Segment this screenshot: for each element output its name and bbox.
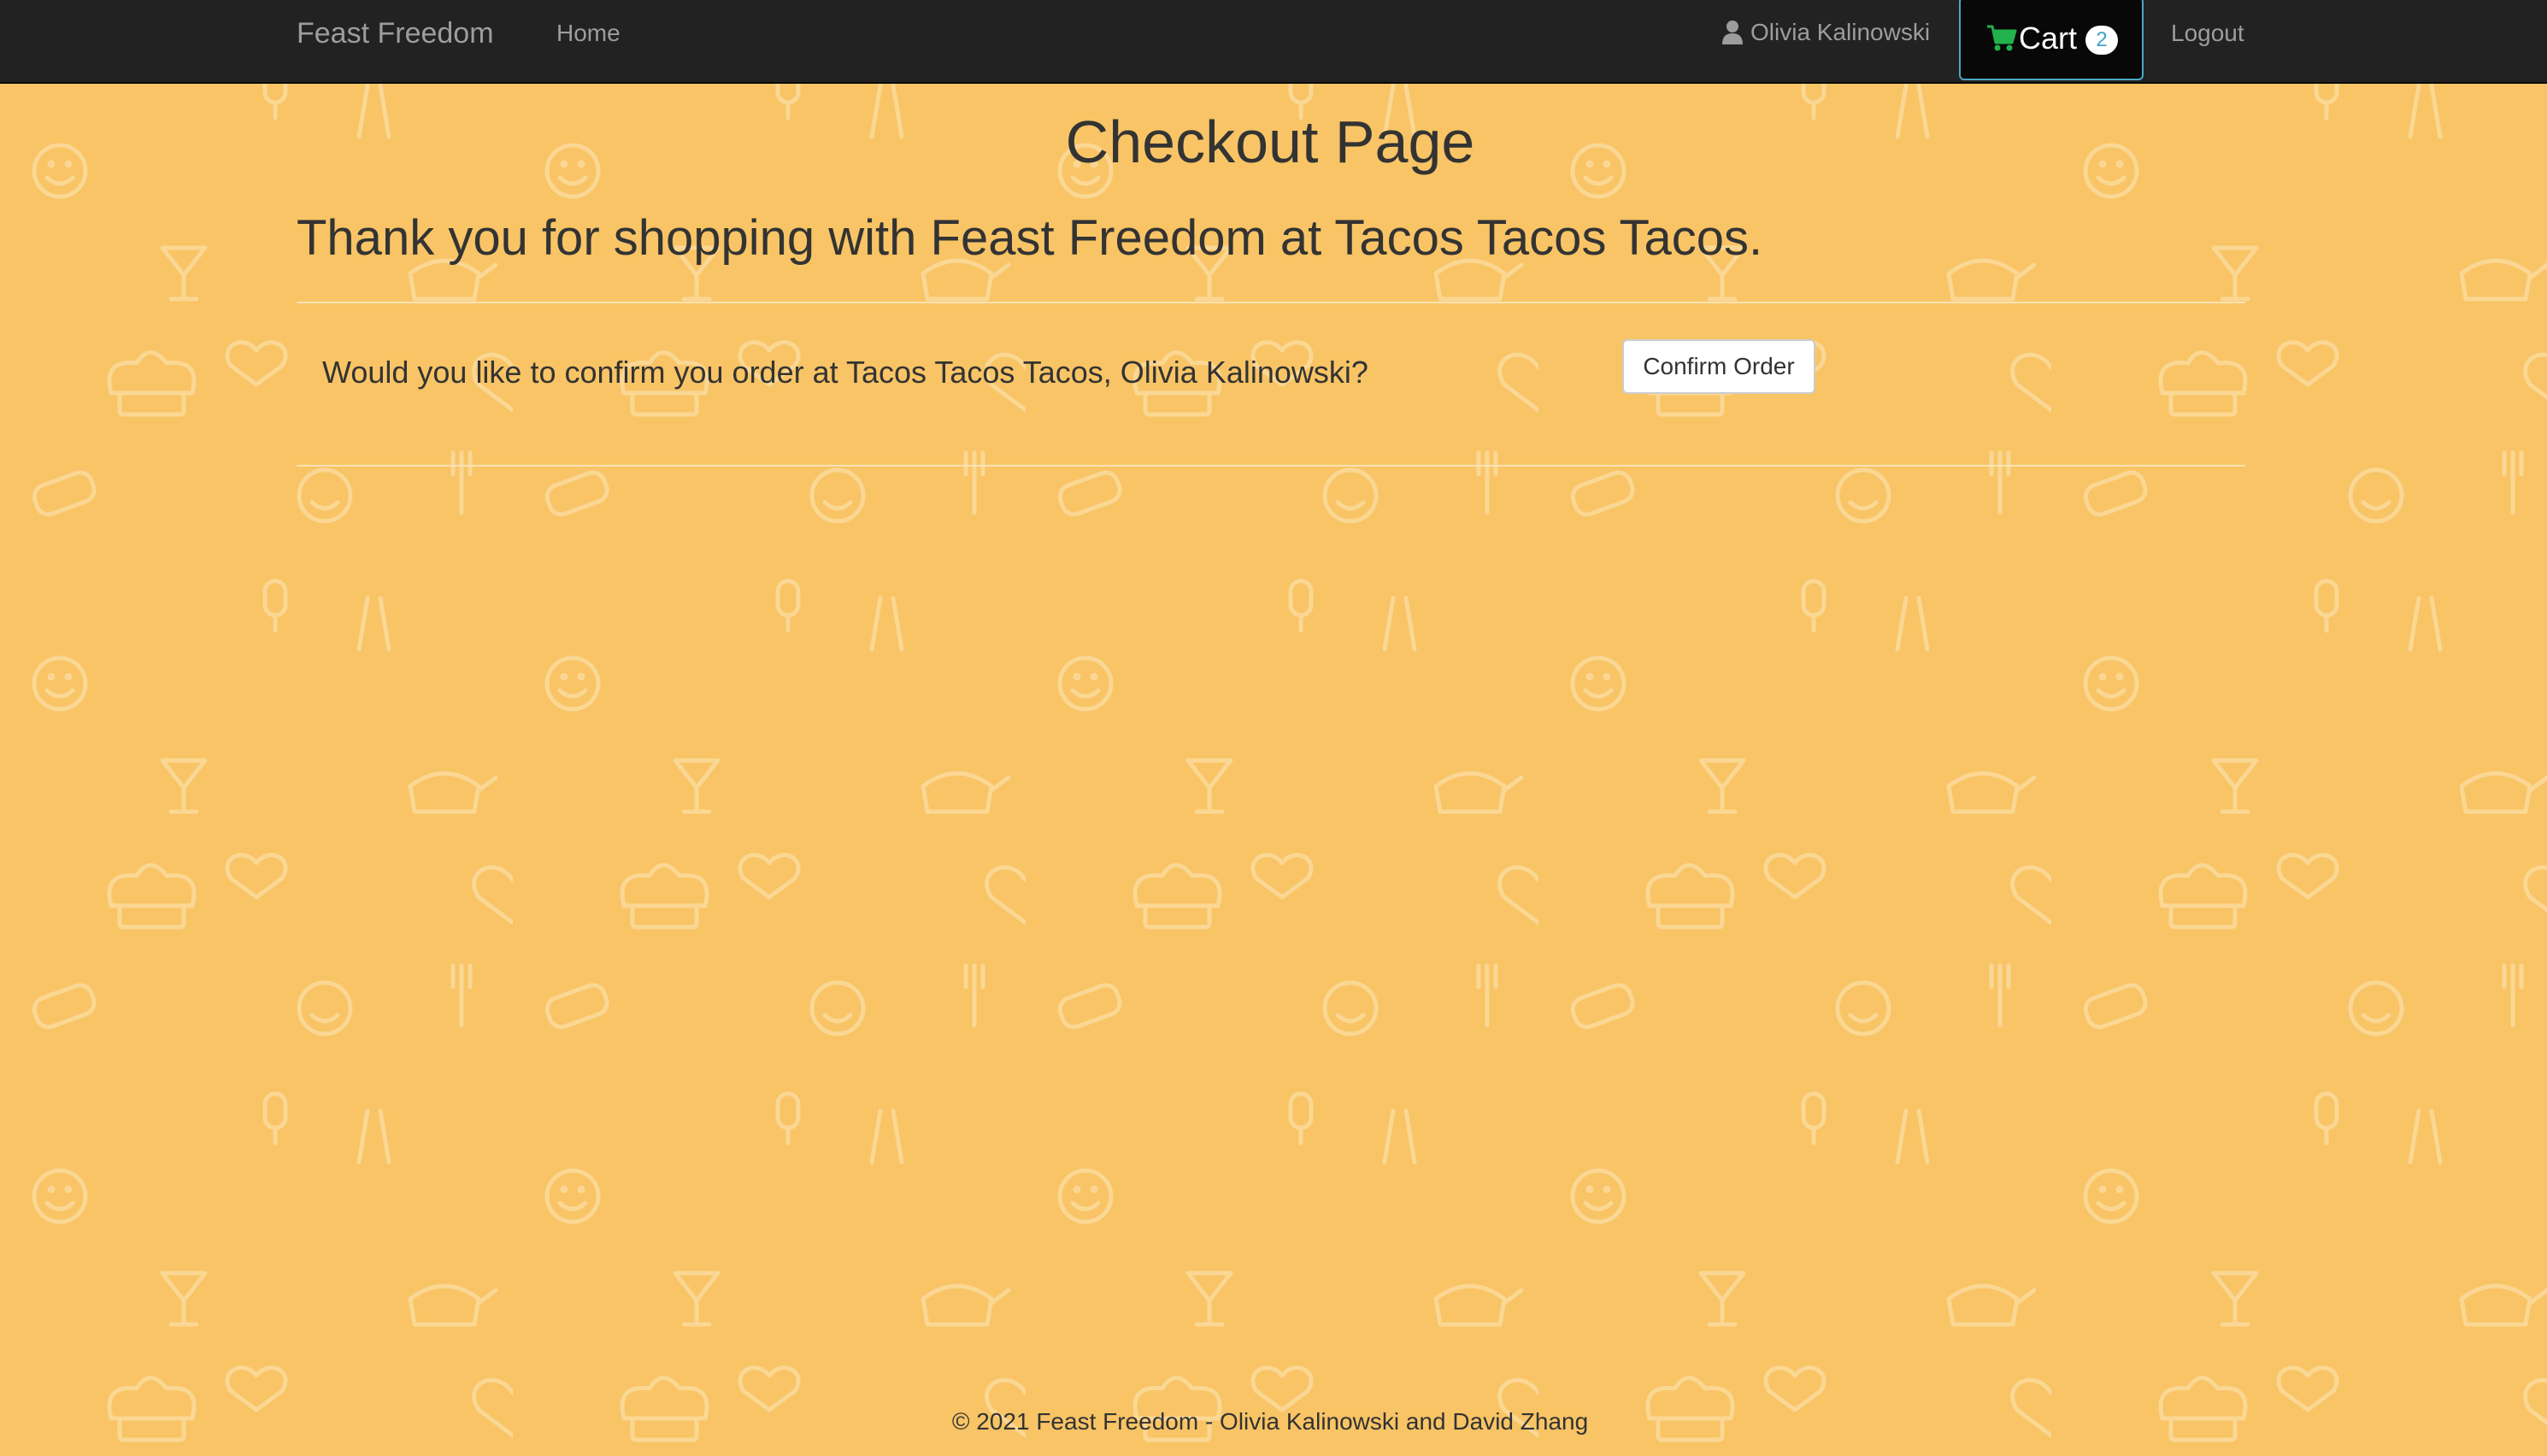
top-navbar: Feast Freedom Home Olivia Kalinowski Car… <box>0 0 2547 84</box>
cart-button[interactable]: Cart 2 <box>1959 0 2144 80</box>
confirm-order-button[interactable]: Confirm Order <box>1622 339 1815 394</box>
nav-home-link[interactable]: Home <box>556 19 621 48</box>
thank-you-heading: Thank you for shopping with Feast Freedo… <box>297 210 1763 266</box>
brand-link[interactable]: Feast Freedom <box>297 15 494 51</box>
page-title: Checkout Page <box>1065 109 1475 175</box>
user-icon <box>1722 21 1743 44</box>
cart-label: Cart <box>2019 21 2078 56</box>
logout-link[interactable]: Logout <box>2171 19 2244 48</box>
footer-copyright: © 2021 Feast Freedom - Olivia Kalinowski… <box>951 1408 1589 1435</box>
main-content: Checkout Page Thank you for shopping wit… <box>0 0 2547 1456</box>
divider-bottom <box>297 465 2245 467</box>
divider-top <box>297 302 2245 303</box>
user-name: Olivia Kalinowski <box>1750 19 1931 45</box>
shopping-cart-icon <box>1987 25 2017 51</box>
cart-count-badge: 2 <box>2085 26 2119 55</box>
confirm-question-text: Would you like to confirm you order at T… <box>322 355 1368 390</box>
nav-user-link[interactable]: Olivia Kalinowski <box>1721 17 1930 48</box>
